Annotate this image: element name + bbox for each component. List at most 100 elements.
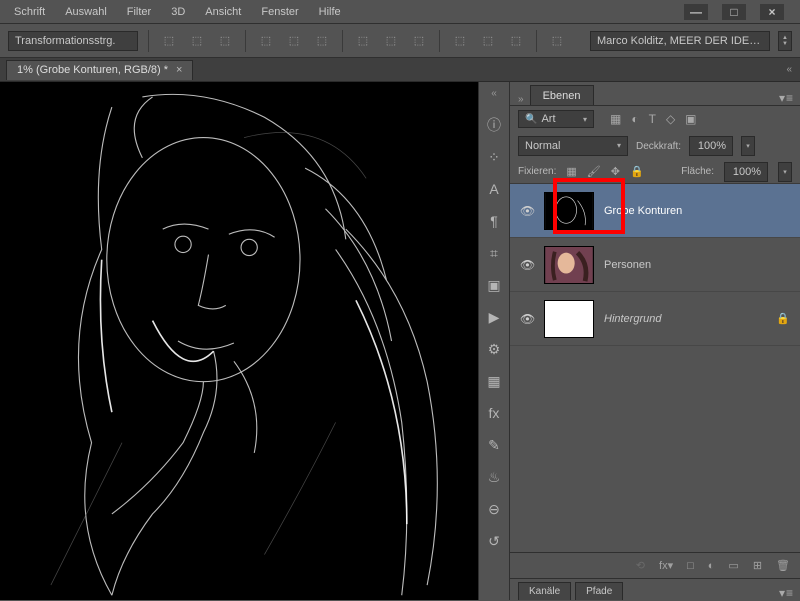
blend-mode-value: Normal (525, 137, 560, 155)
menu-schrift[interactable]: Schrift (4, 0, 55, 23)
layer-name[interactable]: Personen (604, 259, 651, 271)
opacity-stepper[interactable]: ▾ (741, 136, 755, 156)
info-icon[interactable]: ⓘ (484, 115, 504, 135)
color-icon[interactable]: ⁘ (484, 147, 504, 167)
actions-icon[interactable]: ▶ (484, 307, 504, 327)
distribute-6-icon[interactable]: ⬚ (506, 31, 526, 51)
collapse-panel-icon[interactable]: « (786, 64, 792, 75)
distribute-2-icon[interactable]: ⬚ (381, 31, 401, 51)
menu-hilfe[interactable]: Hilfe (309, 0, 351, 23)
color-wheel-icon[interactable]: ⚙ (484, 339, 504, 359)
separator (148, 30, 149, 52)
tab-pfade[interactable]: Pfade (575, 582, 623, 600)
align-vcenter-icon[interactable]: ⬚ (187, 31, 207, 51)
navigator-icon[interactable]: ▣ (484, 275, 504, 295)
layer-filter-row: 🔍 Art ▾ ▦ ◐ T ◇ ▣ (510, 106, 800, 132)
layer-thumbnail[interactable] (544, 246, 594, 284)
layer-filter-select[interactable]: 🔍 Art ▾ (518, 110, 594, 128)
distribute-1-icon[interactable]: ⬚ (353, 31, 373, 51)
visibility-icon[interactable]: 👁 (520, 312, 534, 326)
document-tab-strip: 1% (Grobe Konturen, RGB/8) * × « (0, 58, 800, 82)
new-layer-icon[interactable]: ⊞ (753, 559, 762, 572)
transform-controls-label[interactable]: Transformationsstrg. (8, 31, 138, 51)
tab-kanaele[interactable]: Kanäle (518, 582, 571, 600)
chevron-down-icon: ▾ (583, 115, 587, 124)
distribute-5-icon[interactable]: ⬚ (478, 31, 498, 51)
document-tab[interactable]: 1% (Grobe Konturen, RGB/8) * × (6, 60, 193, 80)
align-top-icon[interactable]: ⬚ (159, 31, 179, 51)
layer-filter-label: Art (541, 113, 555, 125)
refresh-icon[interactable]: ↺ (484, 531, 504, 551)
filter-type-icon[interactable]: T (649, 112, 656, 126)
distribute-3-icon[interactable]: ⬚ (409, 31, 429, 51)
layer-row[interactable]: 👁 Grobe Konturen (510, 184, 800, 238)
lock-paint-icon[interactable]: 🖌 (587, 165, 601, 178)
more-icon[interactable]: ⬚ (547, 31, 567, 51)
options-bar: Transformationsstrg. ⬚ ⬚ ⬚ ⬚ ⬚ ⬚ ⬚ ⬚ ⬚ ⬚… (0, 24, 800, 58)
maximize-button[interactable]: □ (722, 4, 746, 20)
lock-transparency-icon[interactable]: ▦ (566, 165, 576, 178)
paragraph-icon[interactable]: ¶ (484, 211, 504, 231)
link-layers-icon[interactable]: ⟲ (636, 559, 645, 572)
blend-mode-select[interactable]: Normal ▾ (518, 136, 628, 156)
layer-row[interactable]: 👁 Hintergrund 🔒 (510, 292, 800, 346)
menu-filter[interactable]: Filter (117, 0, 161, 23)
align-bottom-icon[interactable]: ⬚ (215, 31, 235, 51)
lock-position-icon[interactable]: ✥ (611, 165, 620, 178)
collapse-dock-icon[interactable]: « (491, 88, 497, 99)
delete-layer-icon[interactable]: 🗑 (776, 559, 790, 572)
layer-group-icon[interactable]: ▭ (728, 559, 738, 572)
adjustment-layer-icon[interactable]: ◐ (708, 560, 715, 572)
panel-menu-icon[interactable]: ▾≡ (779, 586, 794, 600)
distribute-4-icon[interactable]: ⬚ (450, 31, 470, 51)
filter-pixel-icon[interactable]: ▦ (610, 112, 621, 126)
align-left-icon[interactable]: ⬚ (256, 31, 276, 51)
menu-auswahl[interactable]: Auswahl (55, 0, 117, 23)
close-tab-icon[interactable]: × (176, 64, 182, 76)
lock-label: Fixieren: (518, 166, 556, 177)
layer-name[interactable]: Hintergrund (604, 313, 661, 325)
align-hcenter-icon[interactable]: ⬚ (284, 31, 304, 51)
visibility-icon[interactable]: 👁 (520, 204, 534, 218)
layer-fx-icon[interactable]: fx▾ (659, 559, 673, 572)
workspace-dropdown[interactable]: Marco Kolditz, MEER DER IDEEN® (590, 31, 770, 51)
document-title: 1% (Grobe Konturen, RGB/8) * (17, 64, 168, 76)
clone-icon[interactable]: ♨ (484, 467, 504, 487)
document-canvas[interactable] (0, 82, 478, 600)
swatches-icon[interactable]: ⌗ (484, 243, 504, 263)
fill-input[interactable]: 100% (724, 162, 768, 182)
filter-shape-icon[interactable]: ◇ (666, 112, 675, 126)
fill-label: Fläche: (681, 166, 714, 177)
layer-name[interactable]: Grobe Konturen (604, 205, 682, 217)
layer-mask-icon[interactable]: □ (687, 560, 694, 572)
workspace-stepper[interactable]: ▲▼ (778, 31, 792, 51)
minimize-button[interactable]: — (684, 4, 708, 20)
styles-icon[interactable]: ▦ (484, 371, 504, 391)
close-button[interactable]: × (760, 4, 784, 20)
visibility-icon[interactable]: 👁 (520, 258, 534, 272)
lock-all-icon[interactable]: 🔒 (630, 165, 644, 178)
layer-thumbnail[interactable] (544, 192, 594, 230)
opacity-input[interactable]: 100% (689, 136, 733, 156)
fill-stepper[interactable]: ▾ (778, 162, 792, 182)
fx-icon[interactable]: fx (484, 403, 504, 423)
lock-fill-row: Fixieren: ▦ 🖌 ✥ 🔒 Fläche: 100% ▾ (510, 160, 800, 184)
layers-panel-footer: ⟲ fx▾ □ ◐ ▭ ⊞ 🗑 (510, 552, 800, 578)
layer-thumbnail[interactable] (544, 300, 594, 338)
filter-smart-icon[interactable]: ▣ (685, 112, 696, 126)
separator (342, 30, 343, 52)
menu-fenster[interactable]: Fenster (251, 0, 308, 23)
menu-bar: Schrift Auswahl Filter 3D Ansicht Fenste… (0, 0, 800, 24)
align-right-icon[interactable]: ⬚ (312, 31, 332, 51)
collapse-right-icon[interactable]: » (518, 94, 524, 105)
filter-adjust-icon[interactable]: ◐ (631, 112, 638, 126)
panel-menu-icon[interactable]: ▾≡ (779, 91, 794, 105)
menu-ansicht[interactable]: Ansicht (195, 0, 251, 23)
history-icon[interactable]: ⊖ (484, 499, 504, 519)
main-area: « ⓘ ⁘ A ¶ ⌗ ▣ ▶ ⚙ ▦ fx ✎ ♨ ⊖ ↺ » Ebenen … (0, 82, 800, 600)
layer-row[interactable]: 👁 Personen (510, 238, 800, 292)
brush-icon[interactable]: ✎ (484, 435, 504, 455)
character-icon[interactable]: A (484, 179, 504, 199)
tab-ebenen[interactable]: Ebenen (530, 85, 594, 105)
menu-3d[interactable]: 3D (161, 0, 195, 23)
